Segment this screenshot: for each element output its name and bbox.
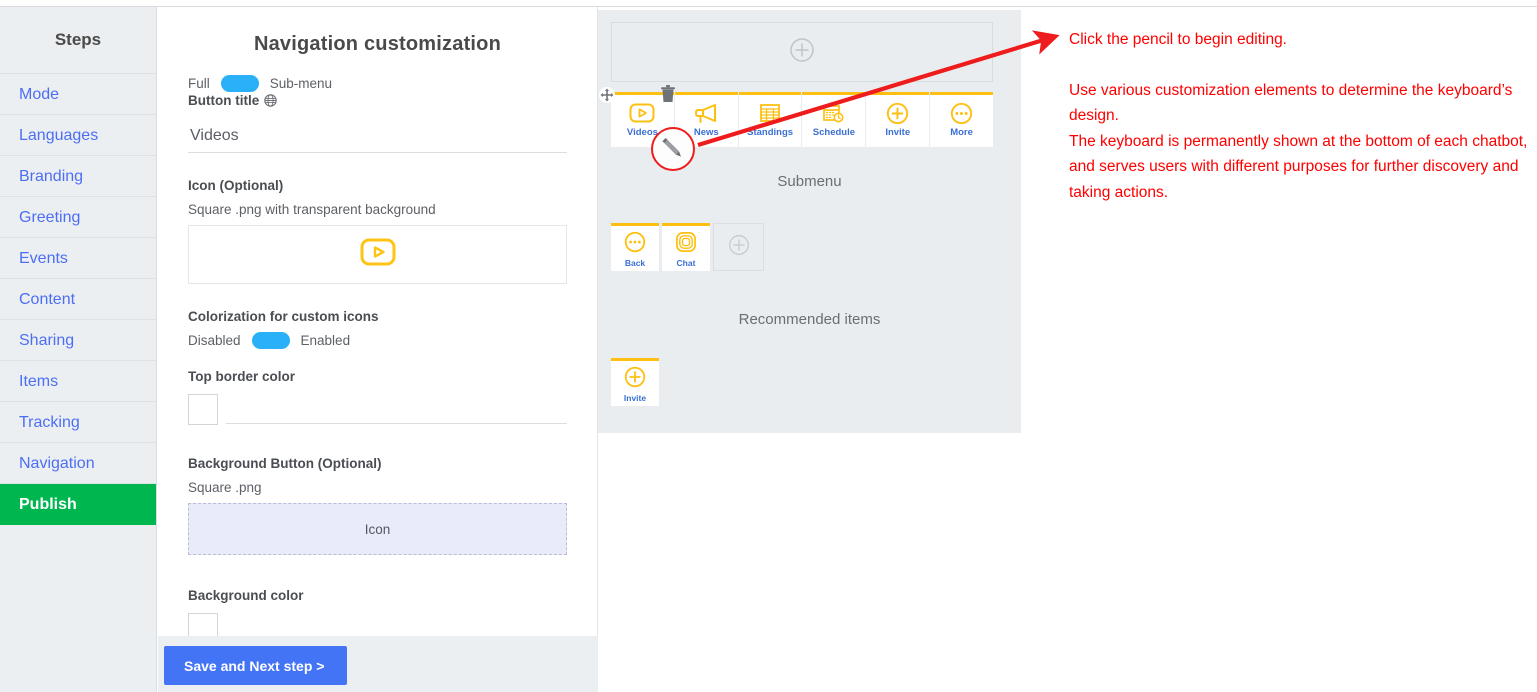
annotation-line-2: Use various customization elements to de… — [1069, 81, 1513, 125]
plus-circle-icon — [886, 100, 909, 126]
trash-icon[interactable] — [660, 84, 676, 104]
form-footer: Save and Next step > — [158, 636, 598, 692]
background-button-dropzone-label: Icon — [364, 521, 391, 537]
plus-circle-icon — [624, 365, 646, 389]
submenu-add-button[interactable] — [713, 223, 764, 271]
background-button-dropzone[interactable]: Icon — [188, 503, 567, 555]
top-border-color-label: Top border color — [188, 369, 295, 384]
plus-circle-icon — [789, 37, 815, 68]
save-and-next-button[interactable]: Save and Next step > — [164, 646, 347, 685]
icon-upload-dropzone[interactable] — [188, 225, 567, 284]
background-color-label: Background color — [188, 588, 304, 603]
recommended-items-title: Recommended items — [738, 311, 881, 328]
sidebar-item-greeting[interactable]: Greeting — [0, 197, 156, 238]
sidebar-item-events[interactable]: Events — [0, 238, 156, 279]
keyboard-button-label: Invite — [885, 127, 911, 138]
sidebar-title: Steps — [0, 7, 156, 74]
background-color-row — [188, 613, 567, 636]
sidebar-item-label: Mode — [19, 86, 60, 103]
annotation-line-1: Click the pencil to begin editing. — [1069, 31, 1287, 48]
keyboard-button-label: News — [693, 127, 719, 138]
sidebar-item-label: Greeting — [19, 209, 81, 226]
keyboard-button-label: Schedule — [812, 127, 856, 138]
plus-circle-icon — [728, 234, 750, 261]
page-title: Navigation customization — [253, 33, 502, 55]
mode-toggle-row: Full Sub-menu — [188, 75, 567, 92]
steps-sidebar: Steps Mode Languages Branding Greeting E… — [0, 7, 157, 692]
submenu-title: Submenu — [777, 173, 842, 190]
keyboard-button-schedule[interactable]: Schedule — [802, 92, 866, 147]
sidebar-item-tracking[interactable]: Tracking — [0, 402, 156, 443]
annotation-spacer — [1069, 53, 1529, 78]
app-root: Steps Mode Languages Branding Greeting E… — [0, 0, 1537, 692]
sidebar-item-navigation[interactable]: Navigation — [0, 443, 156, 484]
submenu-button-back[interactable]: Back — [611, 223, 659, 271]
submenu-button-label: Chat — [676, 258, 696, 268]
submenu-button-chat[interactable]: Chat — [662, 223, 710, 271]
sidebar-item-sharing[interactable]: Sharing — [0, 320, 156, 361]
play-button-icon — [629, 100, 655, 126]
table-icon — [759, 100, 781, 126]
background-color-swatch[interactable] — [188, 613, 218, 636]
sidebar-item-label: Items — [19, 373, 59, 390]
keyboard-button-invite[interactable]: Invite — [866, 92, 930, 147]
keyboard-button-more[interactable]: More — [930, 92, 993, 147]
sidebar-item-mode[interactable]: Mode — [0, 74, 156, 115]
sidebar-item-branding[interactable]: Branding — [0, 156, 156, 197]
button-title-label-text: Button title — [188, 93, 260, 108]
mode-toggle-right-label: Sub-menu — [269, 76, 333, 91]
ellipsis-circle-icon — [950, 100, 973, 126]
annotation-text: Click the pencil to begin editing. Use v… — [1069, 27, 1529, 205]
colorization-toggle-switch[interactable] — [251, 332, 290, 349]
globe-icon — [264, 94, 277, 107]
icon-section-hint: Square .png with transparent background — [188, 202, 436, 217]
top-border-color-row — [188, 394, 567, 425]
background-button-label: Background Button (Optional) — [188, 456, 382, 471]
sidebar-item-label: Publish — [19, 496, 77, 513]
mode-toggle-switch[interactable] — [220, 75, 259, 92]
recommended-button-invite[interactable]: Invite — [611, 358, 659, 406]
annotation-line-3: The keyboard is permanently shown at the… — [1069, 132, 1528, 201]
sidebar-item-label: Sharing — [19, 332, 75, 349]
add-row-button[interactable] — [611, 22, 993, 82]
sidebar-item-content[interactable]: Content — [0, 279, 156, 320]
sidebar-item-label: Navigation — [19, 455, 95, 472]
move-arrows-icon[interactable] — [599, 87, 615, 103]
button-title-label: Button title — [188, 93, 567, 108]
icon-section-label: Icon (Optional) — [188, 178, 284, 193]
form-fields: Full Sub-menu Button title Icon (Optiona… — [158, 75, 597, 636]
colorization-toggle-row: Disabled Enabled — [188, 332, 567, 349]
keyboard-button-label: Standings — [747, 127, 794, 138]
colorization-label: Colorization for custom icons — [188, 309, 379, 324]
colorization-toggle-left-label: Disabled — [188, 333, 241, 348]
sidebar-item-label: Branding — [19, 168, 84, 185]
play-button-icon — [360, 238, 396, 271]
chat-square-icon — [675, 230, 697, 254]
keyboard-button-label: More — [950, 127, 973, 138]
sidebar-item-languages[interactable]: Languages — [0, 115, 156, 156]
pencil-icon[interactable] — [650, 126, 696, 172]
keyboard-preview-panel: Videos News Standings Schedule Invite Mo… — [598, 10, 1021, 433]
sidebar-item-label: Tracking — [19, 414, 80, 431]
background-button-hint: Square .png — [188, 480, 262, 495]
colorization-toggle-right-label: Enabled — [300, 333, 351, 348]
megaphone-icon — [694, 100, 718, 126]
top-border-color-input-line[interactable] — [226, 423, 567, 424]
submenu-row: Back Chat — [611, 223, 764, 271]
recommended-button-label: Invite — [623, 393, 647, 403]
sidebar-item-label: Languages — [19, 127, 99, 144]
button-title-input[interactable] — [188, 118, 567, 153]
top-border-color-swatch[interactable] — [188, 394, 218, 425]
submenu-button-label: Back — [624, 258, 646, 268]
recommended-row: Invite — [611, 358, 662, 406]
calendar-clock-icon — [822, 100, 845, 126]
sidebar-item-publish[interactable]: Publish — [0, 484, 156, 525]
navigation-customization-form: Navigation customization Full Sub-menu B… — [158, 7, 598, 636]
sidebar-item-label: Events — [19, 250, 68, 267]
sidebar-item-items[interactable]: Items — [0, 361, 156, 402]
keyboard-button-standings[interactable]: Standings — [738, 92, 802, 147]
mode-toggle-left-label: Full — [188, 76, 210, 91]
sidebar-item-label: Content — [19, 291, 76, 308]
ellipsis-circle-icon — [624, 230, 646, 254]
